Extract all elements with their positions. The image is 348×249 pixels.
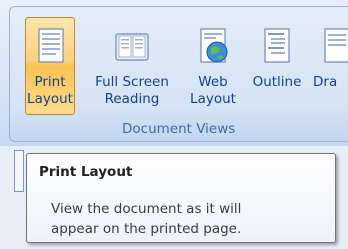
web-layout-icon xyxy=(193,26,233,68)
group-label: Document Views xyxy=(122,121,236,137)
tooltip-title: Print Layout xyxy=(39,164,133,180)
tooltip-body: View the document as it will appear on t… xyxy=(51,199,321,239)
outline-label: Outline xyxy=(252,74,302,90)
full-screen-reading-icon xyxy=(112,26,152,68)
draft-button[interactable]: Dra xyxy=(312,17,348,115)
print-layout-label: Print Layout xyxy=(27,74,73,107)
document-views-group: Print Layout Full Screen Reading Web Lay… xyxy=(9,6,348,142)
print-layout-icon xyxy=(30,26,70,68)
draft-label: Dra xyxy=(313,74,338,90)
outline-icon xyxy=(257,26,297,68)
web-layout-label: Web Layout xyxy=(190,74,236,107)
full-screen-reading-button[interactable]: Full Screen Reading xyxy=(85,17,179,115)
ruler-corner[interactable] xyxy=(14,150,24,192)
tooltip-body-line: View the document as it will xyxy=(51,201,242,217)
full-screen-reading-label: Full Screen Reading xyxy=(95,74,169,107)
draft-icon xyxy=(317,26,348,68)
web-layout-button[interactable]: Web Layout xyxy=(186,17,240,115)
ribbon: Print Layout Full Screen Reading Web Lay… xyxy=(0,0,348,146)
print-layout-button[interactable]: Print Layout xyxy=(25,17,75,115)
outline-button[interactable]: Outline xyxy=(247,17,307,115)
tooltip: Print Layout View the document as it wil… xyxy=(26,153,336,243)
tooltip-body-line: appear on the printed page. xyxy=(51,221,242,237)
